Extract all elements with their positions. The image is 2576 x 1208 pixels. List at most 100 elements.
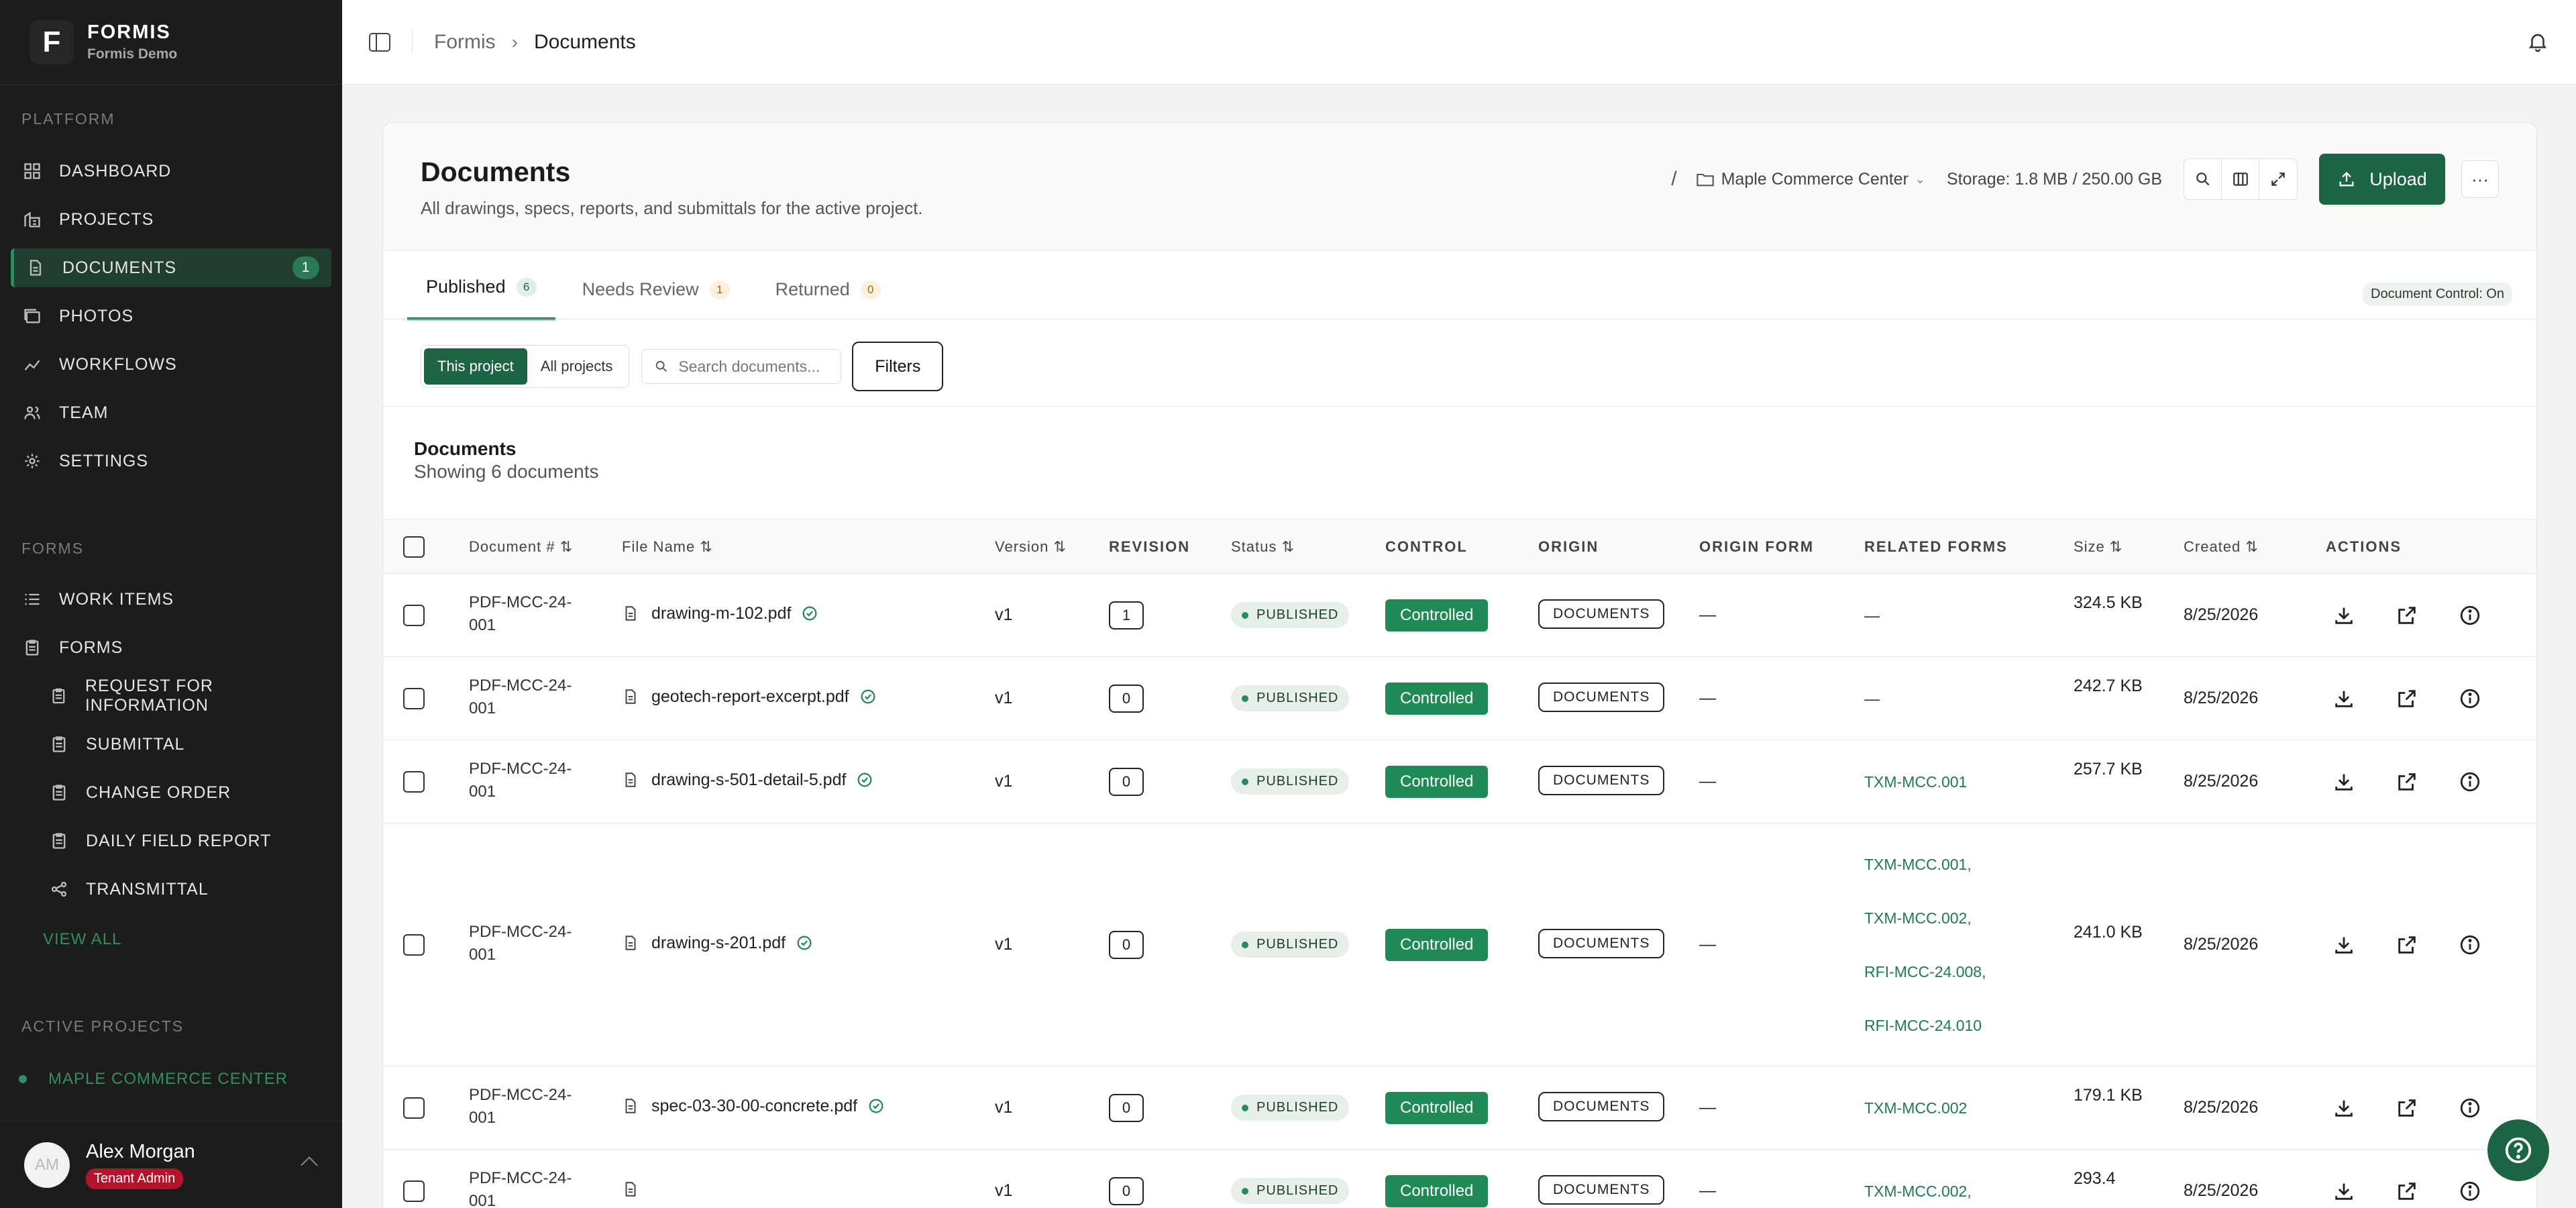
info-icon[interactable] — [2459, 1097, 2481, 1119]
table-row[interactable]: PDF-MCC-24- 001 drawing-s-201.pdf v1 0 PUBLIS… — [383, 823, 2536, 1066]
info-icon[interactable] — [2459, 770, 2481, 793]
file-name-link[interactable] — [622, 1179, 651, 1199]
col-created[interactable]: Created ⇅ — [2184, 538, 2259, 556]
download-icon[interactable] — [2332, 1097, 2355, 1119]
view-all-link[interactable]: VIEW ALL — [43, 930, 121, 949]
related-form-link[interactable]: RFI-MCC-24.008, — [1864, 945, 1986, 999]
info-icon[interactable] — [2459, 934, 2481, 956]
row-checkbox[interactable] — [403, 1180, 425, 1202]
related-form-link[interactable]: TXM-MCC.002 — [1864, 1081, 1967, 1135]
sidebar-item-photos[interactable]: PHOTOS — [11, 297, 331, 336]
row-checkbox[interactable] — [403, 771, 425, 793]
row-checkbox[interactable] — [403, 605, 425, 626]
info-icon[interactable] — [2459, 604, 2481, 627]
status-badge: PUBLISHED — [1231, 932, 1350, 958]
sidebar-item-work-items[interactable]: WORK ITEMS — [11, 580, 331, 619]
control-badge: Controlled — [1385, 929, 1489, 961]
divider — [412, 30, 413, 54]
search-button[interactable] — [2184, 159, 2222, 199]
file-name-link[interactable]: drawing-m-102.pdf — [622, 603, 819, 623]
sidebar-item-change-order[interactable]: CHANGE ORDER — [38, 773, 331, 812]
file-name-link[interactable]: drawing-s-201.pdf — [622, 933, 814, 953]
tab-returned[interactable]: Returned 0 — [757, 279, 900, 320]
open-external-icon[interactable] — [2396, 687, 2418, 710]
created-date: 8/25/2026 — [2184, 935, 2259, 954]
sidebar-item-dashboard[interactable]: DASHBOARD — [11, 152, 331, 191]
related-form-link[interactable]: TXM-MCC.002, — [1864, 891, 1986, 945]
open-external-icon[interactable] — [2396, 1097, 2418, 1119]
table-row[interactable]: PDF-MCC-24- 001 drawing-m-102.pdf v1 1 PUBLIS… — [383, 574, 2536, 657]
filters-button[interactable]: Filters — [852, 342, 944, 391]
more-options-button[interactable]: ··· — [2461, 160, 2499, 198]
sidebar-item-settings[interactable]: SETTINGS — [11, 442, 331, 481]
expand-button[interactable] — [2259, 159, 2297, 199]
table-row[interactable]: PDF-MCC-24- 001 drawing-s-501-detail-5.pdf… — [383, 740, 2536, 823]
info-icon[interactable] — [2459, 1180, 2481, 1203]
breadcrumb-root[interactable]: Formis — [434, 31, 496, 54]
download-icon[interactable] — [2332, 934, 2355, 956]
control-badge: Controlled — [1385, 766, 1489, 798]
search-input[interactable]: Search documents... — [641, 349, 842, 384]
file-name-link[interactable]: spec-03-30-00-concrete.pdf — [622, 1096, 885, 1116]
related-form-link[interactable]: RFI-MCC-24.010 — [1864, 999, 1986, 1052]
row-checkbox[interactable] — [403, 934, 425, 956]
download-icon[interactable] — [2332, 687, 2355, 710]
bell-icon[interactable] — [2526, 30, 2549, 54]
table-row[interactable]: PDF-MCC-24- 001 v1 0 PUBLISHED Controlled DOCU… — [383, 1150, 2536, 1208]
active-project-link[interactable]: MAPLE COMMERCE CENTER — [19, 1070, 288, 1089]
download-icon[interactable] — [2332, 1180, 2355, 1203]
columns-button[interactable] — [2222, 159, 2259, 199]
sidebar-item-workflows[interactable]: WORKFLOWS — [11, 345, 331, 384]
open-external-icon[interactable] — [2396, 1180, 2418, 1203]
col-document-number[interactable]: Document # ⇅ — [469, 538, 573, 556]
sidebar-item-forms[interactable]: FORMS — [11, 628, 331, 667]
sidebar-item-documents[interactable]: DOCUMENTS 1 — [11, 248, 331, 287]
sidebar-item-team[interactable]: TEAM — [11, 393, 331, 432]
open-external-icon[interactable] — [2396, 604, 2418, 627]
sidebar-item-daily-field-report[interactable]: DAILY FIELD REPORT — [38, 821, 331, 860]
sidebar-item-submittal[interactable]: SUBMITTAL — [38, 725, 331, 764]
file-name-link[interactable]: drawing-s-501-detail-5.pdf — [622, 770, 874, 790]
sidebar-toggle-icon[interactable] — [369, 32, 390, 52]
tab-needs-review[interactable]: Needs Review 1 — [564, 279, 749, 320]
related-form-link[interactable]: TXM-MCC.001, — [1864, 838, 1986, 891]
download-icon[interactable] — [2332, 604, 2355, 627]
sidebar-item-label: TEAM — [59, 403, 109, 422]
related-form-link[interactable]: TXM-MCC.002, — [1864, 1164, 1972, 1208]
row-actions — [2332, 770, 2522, 793]
user-menu[interactable]: AM Alex Morgan Tenant Admin — [0, 1121, 342, 1208]
documents-card: Documents All drawings, specs, reports, … — [382, 122, 2537, 1208]
download-icon[interactable] — [2332, 770, 2355, 793]
brand[interactable]: F FORMIS Formis Demo — [0, 0, 342, 85]
open-external-icon[interactable] — [2396, 934, 2418, 956]
related-form-link[interactable]: TXM-MCC.001 — [1864, 755, 1967, 809]
col-size[interactable]: Size ⇅ — [2074, 538, 2123, 556]
project-selector[interactable]: Maple Commerce Center ⌄ — [1696, 170, 1925, 189]
file-size: 257.7 KB — [2074, 760, 2143, 778]
sidebar-item-projects[interactable]: PROJECTS — [11, 200, 331, 239]
col-version[interactable]: Version ⇅ — [995, 538, 1067, 556]
help-icon — [2505, 1137, 2532, 1164]
col-file-name[interactable]: File Name ⇅ — [622, 538, 713, 556]
open-external-icon[interactable] — [2396, 770, 2418, 793]
sidebar-item-label: DOCUMENTS — [62, 258, 177, 277]
version: v1 — [995, 1098, 1013, 1117]
col-status[interactable]: Status ⇅ — [1231, 538, 1295, 556]
file-name-link[interactable]: geotech-report-excerpt.pdf — [622, 687, 877, 707]
document-number: PDF-MCC-24- 001 — [469, 760, 572, 801]
upload-button[interactable]: Upload — [2319, 154, 2445, 205]
sidebar-item-request-for-information[interactable]: REQUEST FOR INFORMATION — [38, 676, 331, 715]
table-row[interactable]: PDF-MCC-24- 001 geotech-report-excerpt.pdf… — [383, 657, 2536, 740]
this-project-toggle[interactable]: This project — [424, 348, 527, 385]
sidebar-item-transmittal[interactable]: TRANSMITTAL — [38, 870, 331, 909]
row-checkbox[interactable] — [403, 1097, 425, 1119]
info-icon[interactable] — [2459, 687, 2481, 710]
tab-published[interactable]: Published 6 — [407, 276, 555, 320]
table-row[interactable]: PDF-MCC-24- 001 spec-03-30-00-concrete.pdf… — [383, 1066, 2536, 1150]
select-all-checkbox[interactable] — [403, 536, 425, 558]
project-selector-label: Maple Commerce Center — [1721, 169, 1909, 189]
all-projects-toggle[interactable]: All projects — [527, 348, 627, 385]
control-badge: Controlled — [1385, 1092, 1489, 1124]
help-button[interactable] — [2487, 1119, 2549, 1181]
row-checkbox[interactable] — [403, 688, 425, 709]
